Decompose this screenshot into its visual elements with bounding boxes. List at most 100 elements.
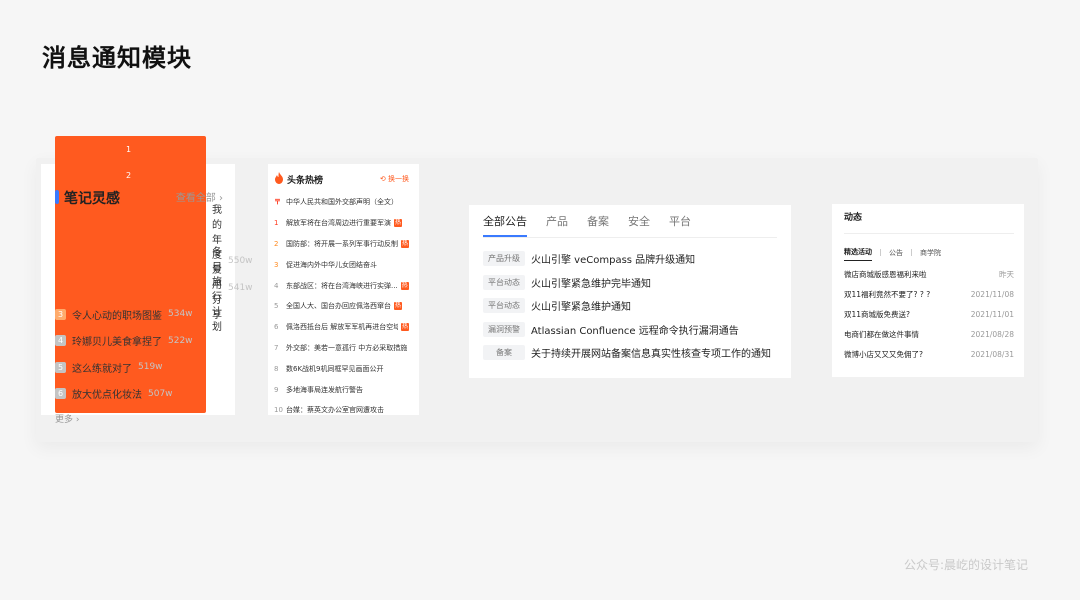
list-item[interactable]: 10 台媒：蔡英文办公室官网遭攻击 — [274, 400, 409, 421]
accent-bar — [55, 190, 59, 204]
activity-row[interactable]: 微店商城版感恩福利来啦 昨天 — [844, 264, 1014, 284]
view-all-link[interactable]: 查看全部 › — [176, 189, 223, 204]
activity-title: 动态 — [844, 204, 1014, 234]
item-title: 解放军将在台湾周边进行重要军演 — [286, 219, 391, 228]
announcement-row[interactable]: 平台动态 火山引擎紧急维护通知 — [483, 294, 777, 318]
hot-list-card: 头条热榜 ⟲ 换一换 〒中华人民共和国外交部声明（全文） 1 解放军将在台湾周边进行… — [268, 164, 419, 415]
list-item[interactable]: 2 国防部：将开展一系列军事行动反制热 — [274, 234, 409, 255]
item-title: 中华人民共和国外交部声明（全文） — [286, 198, 398, 207]
activity-title: 双11福利竟然不要了? ? ? — [844, 289, 931, 299]
announcement-row[interactable]: 漏洞预警 Atlassian Confluence 远程命令执行漏洞通告 — [483, 318, 777, 342]
activity-row[interactable]: 双11商城版免费送? 2021/11/01 — [844, 304, 1014, 324]
activity-row[interactable]: 双11福利竟然不要了? ? ? 2021/11/08 — [844, 284, 1014, 304]
rank-number: 4 — [274, 281, 279, 290]
activity-row[interactable]: 电商们都在做这件事情 2021/08/28 — [844, 324, 1014, 344]
item-count: 541w — [228, 282, 253, 293]
hot-header: 头条热榜 ⟲ 换一换 — [274, 172, 409, 190]
tab-0[interactable]: 精选活动 — [844, 247, 872, 261]
tab-2[interactable]: 商学院 — [920, 248, 941, 261]
footer-credit: 公众号:晨屹的设计笔记 — [903, 558, 1028, 572]
item-count: 534w — [168, 309, 193, 320]
tab-2[interactable]: 备案 — [587, 213, 609, 237]
item-title: 这么练就对了 — [72, 363, 132, 375]
activity-row[interactable]: 微博小店又又又免佣了? 2021/08/31 — [844, 344, 1014, 364]
tab-divider — [911, 249, 912, 256]
item-title: 台媒：蔡英文办公室官网遭攻击 — [286, 406, 384, 415]
hot-badge: 热 — [394, 219, 402, 228]
announcement-row[interactable]: 平台动态 火山引擎紧急维护完毕通知 — [483, 271, 777, 295]
notes-header: 笔记灵感 查看全部 › — [55, 176, 235, 216]
item-title: 佩洛西抵台后 解放军军机再进台空域 — [286, 323, 398, 332]
item-title: 多地海事局连发航行警告 — [286, 385, 363, 394]
category-tag: 平台动态 — [483, 274, 525, 290]
activity-date: 昨天 — [999, 269, 1014, 279]
activity-list: 微店商城版感恩福利来啦 昨天 双11福利竟然不要了? ? ? 2021/11/08 双1… — [844, 264, 1014, 364]
tab-1[interactable]: 产品 — [546, 213, 568, 237]
list-item[interactable]: 1 解放军将在台湾周边进行重要军演热 — [274, 213, 409, 234]
item-title: 数6K战机9机同框罕见画面公开 — [286, 364, 384, 373]
more-link[interactable]: 更多 › — [55, 412, 235, 425]
rank-badge: 3 — [55, 308, 66, 320]
activity-date: 2021/11/08 — [970, 289, 1014, 299]
item-title: 国防部：将开展一系列军事行动反制 — [286, 239, 398, 248]
item-title: 冬日旅行计划 — [212, 246, 222, 333]
list-item[interactable]: 6 佩洛西抵台后 解放军军机再进台空域热 — [274, 317, 409, 338]
rank-badge: 5 — [55, 361, 66, 373]
list-item[interactable]: 2 冬日旅行计划 541w — [55, 162, 253, 414]
rank-badge: 6 — [55, 388, 66, 400]
item-count: 522w — [168, 335, 193, 346]
announcement-tabs: 全部公告 产品 备案 安全 平台 — [483, 205, 777, 238]
rank-number: 9 — [274, 385, 279, 394]
notes-card: 笔记灵感 查看全部 › 本周热点 1我的年度爱用分享550w2冬日旅行计划541… — [41, 135, 253, 425]
rank-number: 3 — [274, 260, 279, 269]
hot-list: 〒中华人民共和国外交部声明（全文） 1 解放军将在台湾周边进行重要军演热 2 国防部：将… — [274, 192, 409, 421]
rank-number: 10 — [274, 406, 283, 415]
refresh-button[interactable]: ⟲ 换一换 — [380, 174, 409, 184]
item-title: 玲娜贝儿美食拿捏了 — [72, 337, 162, 349]
item-title: 促进海内外中华儿女团结奋斗 — [286, 260, 377, 269]
list-item[interactable]: 3 促进海内外中华儿女团结奋斗 — [274, 254, 409, 275]
tab-3[interactable]: 安全 — [628, 213, 650, 237]
tab-0[interactable]: 全部公告 — [483, 213, 527, 237]
tab-1[interactable]: 公告 — [889, 248, 903, 261]
activity-tabs: 精选活动 公告 商学院 — [844, 247, 1014, 261]
item-title: 外交部：美若一意孤行 中方必采取措施 — [286, 343, 408, 352]
item-count: 519w — [138, 362, 163, 373]
tab-4[interactable]: 平台 — [669, 213, 691, 237]
announcement-row[interactable]: 备案 关于持续开展网站备案信息真实性核查专项工作的通知 — [483, 341, 777, 365]
announcement-row[interactable]: 产品升级 火山引擎 veCompass 品牌升级通知 — [483, 247, 777, 271]
announcement-title: 火山引擎紧急维护通知 — [531, 302, 631, 314]
list-item[interactable]: 4 东部战区：将在台湾海峡进行实弹... 热 — [274, 275, 409, 296]
announcements-card: 全部公告 产品 备案 安全 平台 产品升级 火山引擎 veCompass 品牌升级通知 平台… — [469, 205, 791, 378]
page-title: 消息通知模块 — [42, 44, 192, 72]
item-title: 令人心动的职场图鉴 — [72, 310, 162, 322]
rank-number: 〒 — [274, 198, 281, 207]
announcement-title: 火山引擎紧急维护完毕通知 — [531, 278, 651, 290]
category-tag: 漏洞预警 — [483, 321, 525, 337]
list-item[interactable]: 9 多地海事局连发航行警告 — [274, 379, 409, 400]
rank-number: 8 — [274, 364, 279, 373]
notes-list: 1 我的年度爱用分享 550w 2 冬日旅行计划 541w 3 令人心动的职场图鉴 534w 4 玲… — [55, 135, 253, 414]
rank-number: 6 — [274, 323, 279, 332]
activity-date: 2021/11/01 — [970, 309, 1014, 319]
rank-number: 5 — [274, 302, 279, 311]
list-item[interactable]: 〒中华人民共和国外交部声明（全文） — [274, 192, 409, 213]
activity-title: 双11商城版免费送? — [844, 309, 911, 319]
hot-badge: 热 — [400, 281, 409, 290]
activity-date: 2021/08/28 — [970, 329, 1014, 339]
list-item[interactable]: 7 外交部：美若一意孤行 中方必采取措施 — [274, 338, 409, 359]
tab-divider — [880, 249, 881, 256]
list-item[interactable]: 8 数6K战机9机同框罕见画面公开 — [274, 358, 409, 379]
category-tag: 备案 — [483, 345, 525, 361]
rank-badge: 4 — [55, 335, 66, 347]
list-item[interactable]: 5 全国人大、国台办回应佩洛西窜台热 — [274, 296, 409, 317]
item-count: 550w — [228, 256, 253, 267]
category-tag: 平台动态 — [483, 298, 525, 314]
activity-date: 2021/08/31 — [970, 349, 1014, 359]
item-title: 放大优点化妆法 — [72, 390, 142, 402]
flame-icon — [275, 172, 283, 184]
item-count: 507w — [148, 388, 173, 399]
activity-title: 微博小店又又又免佣了? — [844, 349, 923, 359]
rank-number: 7 — [274, 343, 279, 352]
activity-title: 微店商城版感恩福利来啦 — [844, 269, 927, 279]
